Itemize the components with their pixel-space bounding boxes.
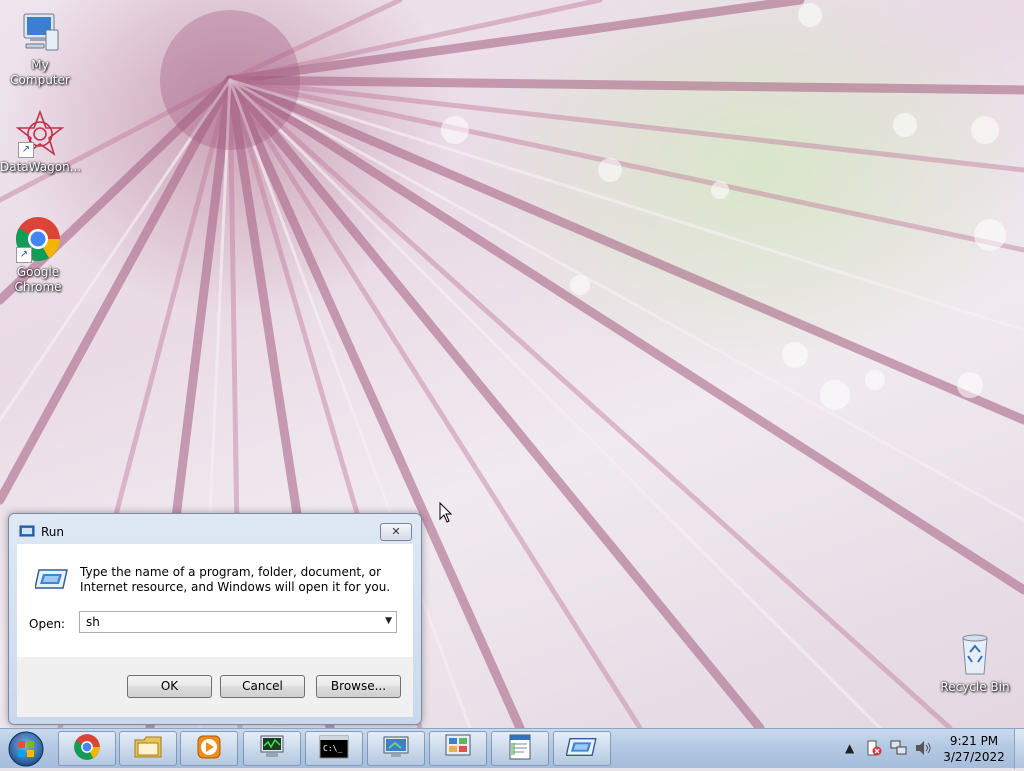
run-dialog-body: Type the name of a program, folder, docu… — [17, 544, 413, 657]
desktop-icon-google-chrome[interactable]: ↗ Google Chrome — [0, 215, 78, 295]
task-manager-icon — [257, 734, 287, 763]
run-program-icon — [34, 566, 69, 595]
cmd-icon: C:\_ — [319, 735, 349, 762]
open-input[interactable]: sh — [86, 615, 100, 629]
desktop-icon-recycle-bin[interactable]: Recycle Bin — [935, 630, 1015, 695]
task-manager-taskbar-button[interactable] — [243, 731, 301, 766]
chrome-icon — [73, 733, 101, 764]
clock-time: 9:21 PM — [949, 734, 999, 748]
explorer-taskbar-button[interactable] — [119, 731, 177, 766]
show-desktop-button[interactable] — [1014, 729, 1024, 769]
close-button[interactable]: ✕ — [380, 523, 412, 541]
run-dialog: Run ✕ Type the name of a program, folder… — [8, 513, 422, 725]
cancel-button[interactable]: Cancel — [220, 675, 305, 698]
clock[interactable]: 9:21 PM 3/27/2022 — [936, 733, 1012, 765]
ok-button[interactable]: OK — [127, 675, 212, 698]
media-player-taskbar-button[interactable] — [180, 731, 238, 766]
remote-desktop-taskbar-button[interactable] — [367, 731, 425, 766]
run-taskbar-button[interactable] — [553, 731, 611, 766]
folder-icon — [133, 734, 163, 763]
start-button[interactable] — [4, 730, 48, 768]
clock-date: 3/27/2022 — [943, 750, 1005, 764]
run-dialog-titlebar[interactable]: Run — [19, 523, 64, 541]
media-player-icon — [196, 734, 222, 763]
run-icon — [19, 524, 35, 541]
datawagon-icon: ↗ — [15, 109, 65, 158]
open-label: Open: — [29, 617, 66, 631]
svg-text:C:\_: C:\_ — [323, 744, 342, 753]
notepad-taskbar-button[interactable] — [491, 731, 549, 766]
control-panel-taskbar-button[interactable] — [429, 731, 487, 766]
recycle-bin-icon — [951, 630, 999, 678]
chevron-down-icon[interactable]: ▼ — [385, 616, 392, 626]
action-center-icon[interactable] — [866, 739, 882, 760]
show-hidden-icons-arrow-icon[interactable]: ▲ — [845, 741, 854, 755]
close-icon: ✕ — [391, 525, 401, 538]
control-panel-icon — [443, 733, 473, 764]
desktop-icon-label: My Computer — [10, 58, 70, 87]
desktop-icon-label: Recycle Bin — [940, 680, 1010, 694]
mouse-cursor-icon — [439, 501, 453, 527]
run-icon — [565, 735, 598, 762]
run-dialog-footer: OK Cancel Browse... — [17, 657, 413, 717]
desktop-icon-label: DataWagon... — [0, 160, 82, 174]
volume-icon[interactable] — [914, 739, 932, 760]
browse-button[interactable]: Browse... — [316, 675, 401, 698]
document-icon — [506, 733, 534, 764]
remote-desktop-icon — [381, 734, 411, 763]
shortcut-arrow-icon: ↗ — [18, 142, 34, 158]
network-icon[interactable] — [890, 739, 908, 760]
shortcut-arrow-icon: ↗ — [16, 247, 32, 263]
desktop-icon-datawagon[interactable]: ↗ DataWagon... — [0, 109, 82, 175]
desktop-icon-my-computer[interactable]: My Computer — [0, 8, 80, 88]
computer-icon — [16, 8, 64, 56]
open-combobox[interactable]: sh ▼ — [79, 611, 397, 633]
chrome-icon: ↗ — [14, 215, 62, 263]
run-dialog-title: Run — [41, 525, 65, 539]
desktop-icon-label: Google Chrome — [14, 265, 62, 294]
run-description: Type the name of a program, folder, docu… — [80, 565, 391, 594]
taskbar: C:\_ ▲ 9:21 PM 3/27/2022 — [0, 728, 1024, 769]
chrome-taskbar-button[interactable] — [58, 731, 116, 766]
cmd-taskbar-button[interactable]: C:\_ — [305, 731, 363, 766]
